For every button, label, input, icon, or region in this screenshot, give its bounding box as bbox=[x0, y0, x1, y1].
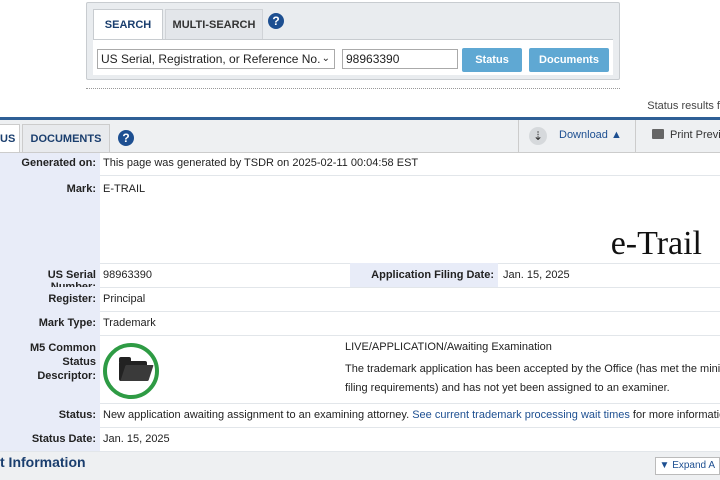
value-mark: E-TRAIL bbox=[103, 183, 146, 195]
label-mark: Mark: bbox=[0, 175, 100, 263]
label-descriptor-line1: M5 Common Status bbox=[30, 342, 96, 368]
search-type-select[interactable]: US Serial, Registration, or Reference No… bbox=[97, 49, 335, 69]
label-descriptor-line2: Descriptor: bbox=[37, 370, 96, 382]
print-icon bbox=[652, 129, 664, 139]
serial-number-input[interactable]: 98963390 bbox=[342, 49, 458, 69]
value-generated: This page was generated by TSDR on 2025-… bbox=[103, 157, 419, 169]
download-label: Download ▲ bbox=[559, 129, 622, 141]
value-serial: 98963390 bbox=[103, 269, 152, 281]
label-generated: Generated on: bbox=[0, 153, 100, 175]
help-icon[interactable]: ? bbox=[118, 130, 134, 146]
divider bbox=[86, 88, 620, 89]
row-descriptor: M5 Common Status Descriptor: LIVE/APPLIC… bbox=[0, 335, 720, 404]
descriptor-text-line1: The trademark application has been accep… bbox=[345, 363, 720, 375]
print-label: Print Previe bbox=[670, 129, 720, 141]
status-text: New application awaiting assignment to a… bbox=[103, 409, 410, 421]
mark-image: e-Trail bbox=[610, 225, 702, 262]
result-tab-bar: US DOCUMENTS ? ⇣ Download ▲ Print Previe bbox=[0, 117, 720, 153]
chevron-down-icon: ⌄ bbox=[321, 53, 330, 64]
tab-search[interactable]: SEARCH bbox=[93, 9, 163, 39]
status-text-suffix: for more information. bbox=[632, 409, 720, 421]
label-filing-date: Application Filing Date: bbox=[350, 263, 498, 287]
print-preview-button[interactable]: Print Previe bbox=[652, 129, 720, 141]
row-status-date: Status Date: Jan. 15, 2025 bbox=[0, 427, 720, 452]
expand-all-label: Expand A bbox=[672, 460, 715, 471]
status-results-heading: Status results f bbox=[647, 100, 720, 112]
value-mark-type: Trademark bbox=[103, 317, 156, 329]
descriptor-text-line2: filing requirements) and has not yet bee… bbox=[345, 382, 670, 394]
label-descriptor: M5 Common Status Descriptor: bbox=[0, 335, 100, 403]
folder-icon bbox=[119, 357, 147, 381]
help-icon[interactable]: ? bbox=[268, 13, 284, 29]
label-mark-type: Mark Type: bbox=[0, 311, 100, 335]
row-mark: Mark: E-TRAIL e-Trail bbox=[0, 175, 720, 264]
section-header: t Information ▼ Expand A bbox=[0, 452, 720, 480]
row-register: Register: Principal bbox=[0, 287, 720, 312]
value-status-date: Jan. 15, 2025 bbox=[103, 433, 170, 445]
row-mark-type: Mark Type: Trademark bbox=[0, 311, 720, 336]
expand-all-button[interactable]: ▼ Expand A bbox=[654, 457, 720, 475]
label-register: Register: bbox=[0, 287, 100, 311]
tab-documents[interactable]: DOCUMENTS bbox=[22, 124, 110, 152]
section-title: t Information bbox=[0, 454, 86, 470]
label-status: Status: bbox=[0, 403, 100, 427]
tab-status[interactable]: US bbox=[0, 124, 20, 152]
download-icon: ⇣ bbox=[529, 127, 547, 145]
label-serial: US Serial Number: bbox=[0, 263, 100, 293]
wait-times-link[interactable]: See current trademark processing wait ti… bbox=[412, 409, 630, 421]
documents-button[interactable]: Documents bbox=[529, 48, 609, 72]
search-panel: SEARCH MULTI-SEARCH ? US Serial, Registr… bbox=[86, 2, 620, 80]
row-generated: Generated on: This page was generated by… bbox=[0, 153, 720, 176]
value-register: Principal bbox=[103, 293, 146, 305]
tab-multi-search[interactable]: MULTI-SEARCH bbox=[165, 9, 263, 39]
row-serial: US Serial Number: 98963390 Application F… bbox=[0, 263, 720, 293]
value-status: New application awaiting assignment to a… bbox=[103, 409, 720, 421]
search-type-value: US Serial, Registration, or Reference No… bbox=[101, 52, 321, 66]
label-status-date: Status Date: bbox=[0, 427, 100, 451]
status-button[interactable]: Status bbox=[462, 48, 522, 72]
value-filing-date: Jan. 15, 2025 bbox=[503, 269, 570, 281]
download-button[interactable]: ⇣ Download ▲ bbox=[518, 120, 636, 153]
descriptor-title: LIVE/APPLICATION/Awaiting Examination bbox=[345, 341, 552, 353]
status-descriptor-graphic bbox=[103, 343, 159, 399]
row-status: Status: New application awaiting assignm… bbox=[0, 403, 720, 428]
